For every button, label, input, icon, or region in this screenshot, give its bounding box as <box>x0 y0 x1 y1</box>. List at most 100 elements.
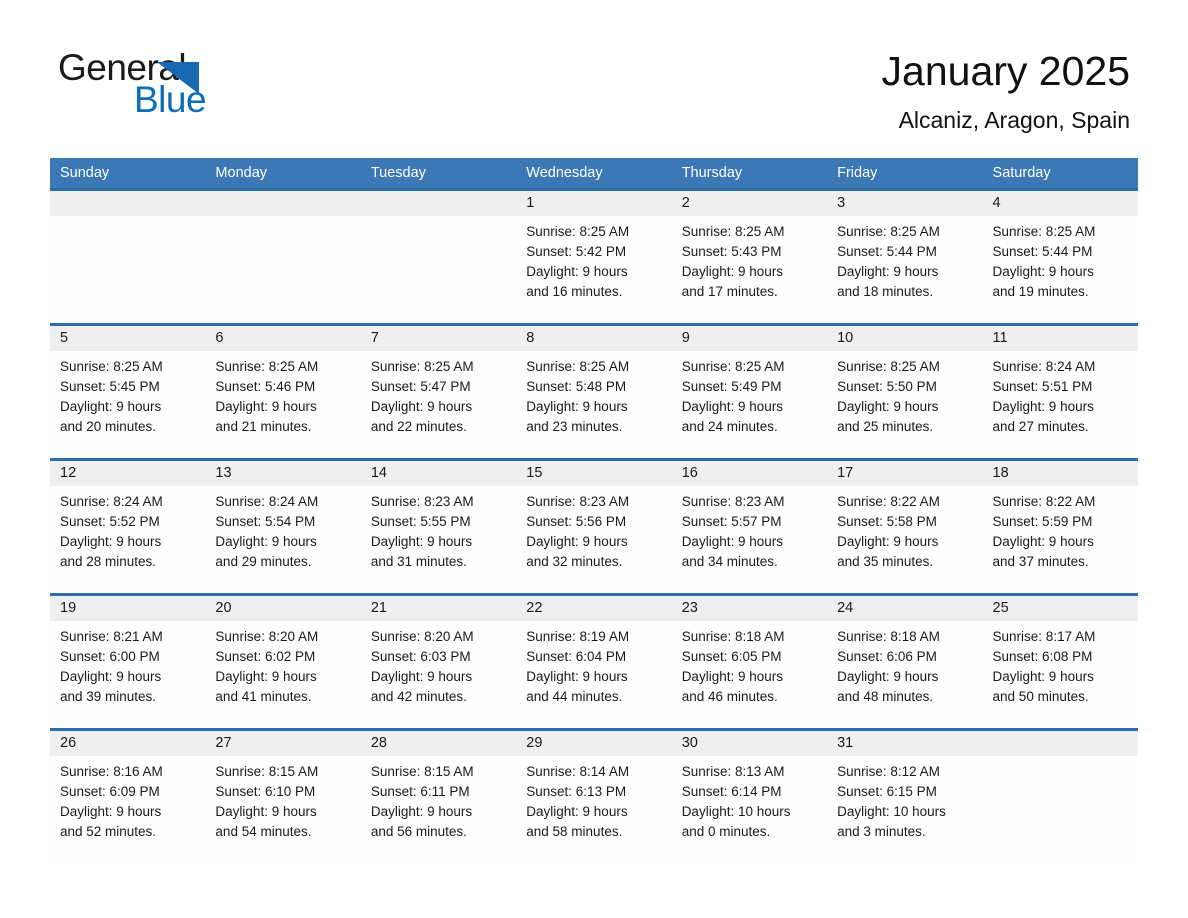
day-cell[interactable]: 31 Sunrise: 8:12 AM Sunset: 6:15 PM Dayl… <box>827 731 983 863</box>
day-cell[interactable] <box>360 191 517 323</box>
sunrise-text: Sunrise: 8:21 AM <box>60 629 163 644</box>
daylight-text-line2: and 18 minutes. <box>837 284 934 299</box>
sunrise-text: Sunrise: 8:18 AM <box>837 629 940 644</box>
day-cell[interactable]: 20 Sunrise: 8:20 AM Sunset: 6:02 PM Dayl… <box>205 596 361 728</box>
daylight-text-line1: Daylight: 9 hours <box>681 534 783 549</box>
day-number-band: 2 <box>671 191 828 216</box>
day-cell[interactable]: 28 Sunrise: 8:15 AM Sunset: 6:11 PM Dayl… <box>360 731 517 863</box>
day-cell[interactable]: 11 Sunrise: 8:24 AM Sunset: 5:51 PM Dayl… <box>982 326 1138 458</box>
day-cell[interactable] <box>982 731 1138 863</box>
day-number-band: 1 <box>516 191 672 216</box>
day-number-band: 16 <box>671 461 828 486</box>
day-cell[interactable] <box>50 191 206 323</box>
day-details: Sunrise: 8:25 AM Sunset: 5:46 PM Dayligh… <box>205 351 360 437</box>
day-details: Sunrise: 8:25 AM Sunset: 5:47 PM Dayligh… <box>361 351 516 437</box>
sunrise-text: Sunrise: 8:25 AM <box>681 224 785 239</box>
day-number-band: 3 <box>827 191 983 216</box>
sunrise-text: Sunrise: 8:25 AM <box>837 224 940 239</box>
day-number: 15 <box>526 465 543 481</box>
day-cell[interactable]: 7 Sunrise: 8:25 AM Sunset: 5:47 PM Dayli… <box>360 326 517 458</box>
sunset-text: Sunset: 5:56 PM <box>526 514 627 529</box>
sunrise-text: Sunrise: 8:25 AM <box>681 359 785 374</box>
daylight-text-line1: Daylight: 9 hours <box>526 264 628 279</box>
daylight-text-line2: and 32 minutes. <box>526 554 623 569</box>
day-number-band: 8 <box>516 326 672 351</box>
daylight-text-line1: Daylight: 9 hours <box>837 399 939 414</box>
daylight-text-line2: and 17 minutes. <box>681 284 778 299</box>
calendar-page: General Blue January 2025 Alcaniz, Arago… <box>0 0 1188 918</box>
day-cell[interactable] <box>205 191 361 323</box>
week-row: 26 Sunrise: 8:16 AM Sunset: 6:09 PM Dayl… <box>50 728 1138 863</box>
day-details: Sunrise: 8:25 AM Sunset: 5:42 PM Dayligh… <box>516 216 671 302</box>
day-number-band: 17 <box>827 461 983 486</box>
day-cell[interactable]: 18 Sunrise: 8:22 AM Sunset: 5:59 PM Dayl… <box>982 461 1138 593</box>
daylight-text-line1: Daylight: 9 hours <box>681 264 783 279</box>
day-cell[interactable]: 15 Sunrise: 8:23 AM Sunset: 5:56 PM Dayl… <box>516 461 672 593</box>
daylight-text-line2: and 20 minutes. <box>60 419 157 434</box>
day-cell[interactable]: 10 Sunrise: 8:25 AM Sunset: 5:50 PM Dayl… <box>827 326 983 458</box>
daylight-text-line2: and 37 minutes. <box>992 554 1089 569</box>
day-cell[interactable]: 21 Sunrise: 8:20 AM Sunset: 6:03 PM Dayl… <box>360 596 517 728</box>
daylight-text-line1: Daylight: 9 hours <box>215 534 317 549</box>
day-number-band: 23 <box>671 596 828 621</box>
day-number-band: 29 <box>516 731 672 756</box>
day-cell[interactable]: 4 Sunrise: 8:25 AM Sunset: 5:44 PM Dayli… <box>982 191 1138 323</box>
daylight-text-line2: and 42 minutes. <box>370 689 467 704</box>
day-number: 5 <box>60 330 69 346</box>
day-cell[interactable]: 23 Sunrise: 8:18 AM Sunset: 6:05 PM Dayl… <box>671 596 828 728</box>
day-cell[interactable]: 8 Sunrise: 8:25 AM Sunset: 5:48 PM Dayli… <box>516 326 672 458</box>
day-number-band: 9 <box>671 326 828 351</box>
day-number-band <box>982 731 1138 756</box>
sunrise-text: Sunrise: 8:15 AM <box>370 764 474 779</box>
day-cell[interactable]: 22 Sunrise: 8:19 AM Sunset: 6:04 PM Dayl… <box>516 596 672 728</box>
day-cell[interactable]: 25 Sunrise: 8:17 AM Sunset: 6:08 PM Dayl… <box>982 596 1138 728</box>
daylight-text-line2: and 27 minutes. <box>992 419 1089 434</box>
day-cell[interactable]: 26 Sunrise: 8:16 AM Sunset: 6:09 PM Dayl… <box>50 731 206 863</box>
day-cell[interactable]: 30 Sunrise: 8:13 AM Sunset: 6:14 PM Dayl… <box>671 731 828 863</box>
sunrise-text: Sunrise: 8:24 AM <box>60 494 163 509</box>
daylight-text-line2: and 48 minutes. <box>837 689 934 704</box>
day-details: Sunrise: 8:24 AM Sunset: 5:51 PM Dayligh… <box>983 351 1138 437</box>
day-cell[interactable]: 27 Sunrise: 8:15 AM Sunset: 6:10 PM Dayl… <box>205 731 361 863</box>
day-cell[interactable]: 29 Sunrise: 8:14 AM Sunset: 6:13 PM Dayl… <box>516 731 672 863</box>
day-cell[interactable]: 6 Sunrise: 8:25 AM Sunset: 5:46 PM Dayli… <box>205 326 361 458</box>
day-number-band: 4 <box>982 191 1138 216</box>
daylight-text-line2: and 31 minutes. <box>370 554 467 569</box>
daylight-text-line2: and 44 minutes. <box>526 689 623 704</box>
day-details: Sunrise: 8:20 AM Sunset: 6:02 PM Dayligh… <box>205 621 360 707</box>
day-cell[interactable]: 12 Sunrise: 8:24 AM Sunset: 5:52 PM Dayl… <box>50 461 206 593</box>
daylight-text-line1: Daylight: 9 hours <box>215 804 317 819</box>
sunrise-text: Sunrise: 8:25 AM <box>370 359 474 374</box>
week-row: 19 Sunrise: 8:21 AM Sunset: 6:00 PM Dayl… <box>50 593 1138 728</box>
day-cell[interactable]: 17 Sunrise: 8:22 AM Sunset: 5:58 PM Dayl… <box>827 461 983 593</box>
sunset-text: Sunset: 5:49 PM <box>681 379 782 394</box>
day-cell[interactable]: 1 Sunrise: 8:25 AM Sunset: 5:42 PM Dayli… <box>516 191 672 323</box>
daylight-text-line1: Daylight: 9 hours <box>370 804 473 819</box>
day-cell[interactable]: 24 Sunrise: 8:18 AM Sunset: 6:06 PM Dayl… <box>827 596 983 728</box>
sunset-text: Sunset: 6:05 PM <box>681 649 782 664</box>
sunrise-text: Sunrise: 8:18 AM <box>681 629 785 644</box>
weekday-monday: Monday <box>215 165 268 181</box>
daylight-text-line2: and 19 minutes. <box>992 284 1089 299</box>
daylight-text-line1: Daylight: 9 hours <box>992 399 1094 414</box>
day-cell[interactable]: 3 Sunrise: 8:25 AM Sunset: 5:44 PM Dayli… <box>827 191 983 323</box>
day-cell[interactable]: 5 Sunrise: 8:25 AM Sunset: 5:45 PM Dayli… <box>50 326 206 458</box>
day-cell[interactable]: 9 Sunrise: 8:25 AM Sunset: 5:49 PM Dayli… <box>671 326 828 458</box>
day-cell[interactable]: 16 Sunrise: 8:23 AM Sunset: 5:57 PM Dayl… <box>671 461 828 593</box>
generalblue-logo[interactable]: General Blue <box>58 46 318 126</box>
weekday-saturday: Saturday <box>992 165 1051 181</box>
day-cell[interactable]: 14 Sunrise: 8:23 AM Sunset: 5:55 PM Dayl… <box>360 461 517 593</box>
day-details <box>361 216 516 222</box>
day-cell[interactable]: 19 Sunrise: 8:21 AM Sunset: 6:00 PM Dayl… <box>50 596 206 728</box>
daylight-text-line1: Daylight: 9 hours <box>60 399 162 414</box>
day-details: Sunrise: 8:25 AM Sunset: 5:50 PM Dayligh… <box>827 351 982 437</box>
sunrise-text: Sunrise: 8:20 AM <box>215 629 319 644</box>
sunset-text: Sunset: 6:03 PM <box>370 649 471 664</box>
day-number: 24 <box>837 600 854 616</box>
day-number: 22 <box>526 600 543 616</box>
day-number: 10 <box>837 330 854 346</box>
day-number: 28 <box>370 735 387 751</box>
sunrise-text: Sunrise: 8:25 AM <box>526 224 630 239</box>
day-cell[interactable]: 2 Sunrise: 8:25 AM Sunset: 5:43 PM Dayli… <box>671 191 828 323</box>
day-cell[interactable]: 13 Sunrise: 8:24 AM Sunset: 5:54 PM Dayl… <box>205 461 361 593</box>
